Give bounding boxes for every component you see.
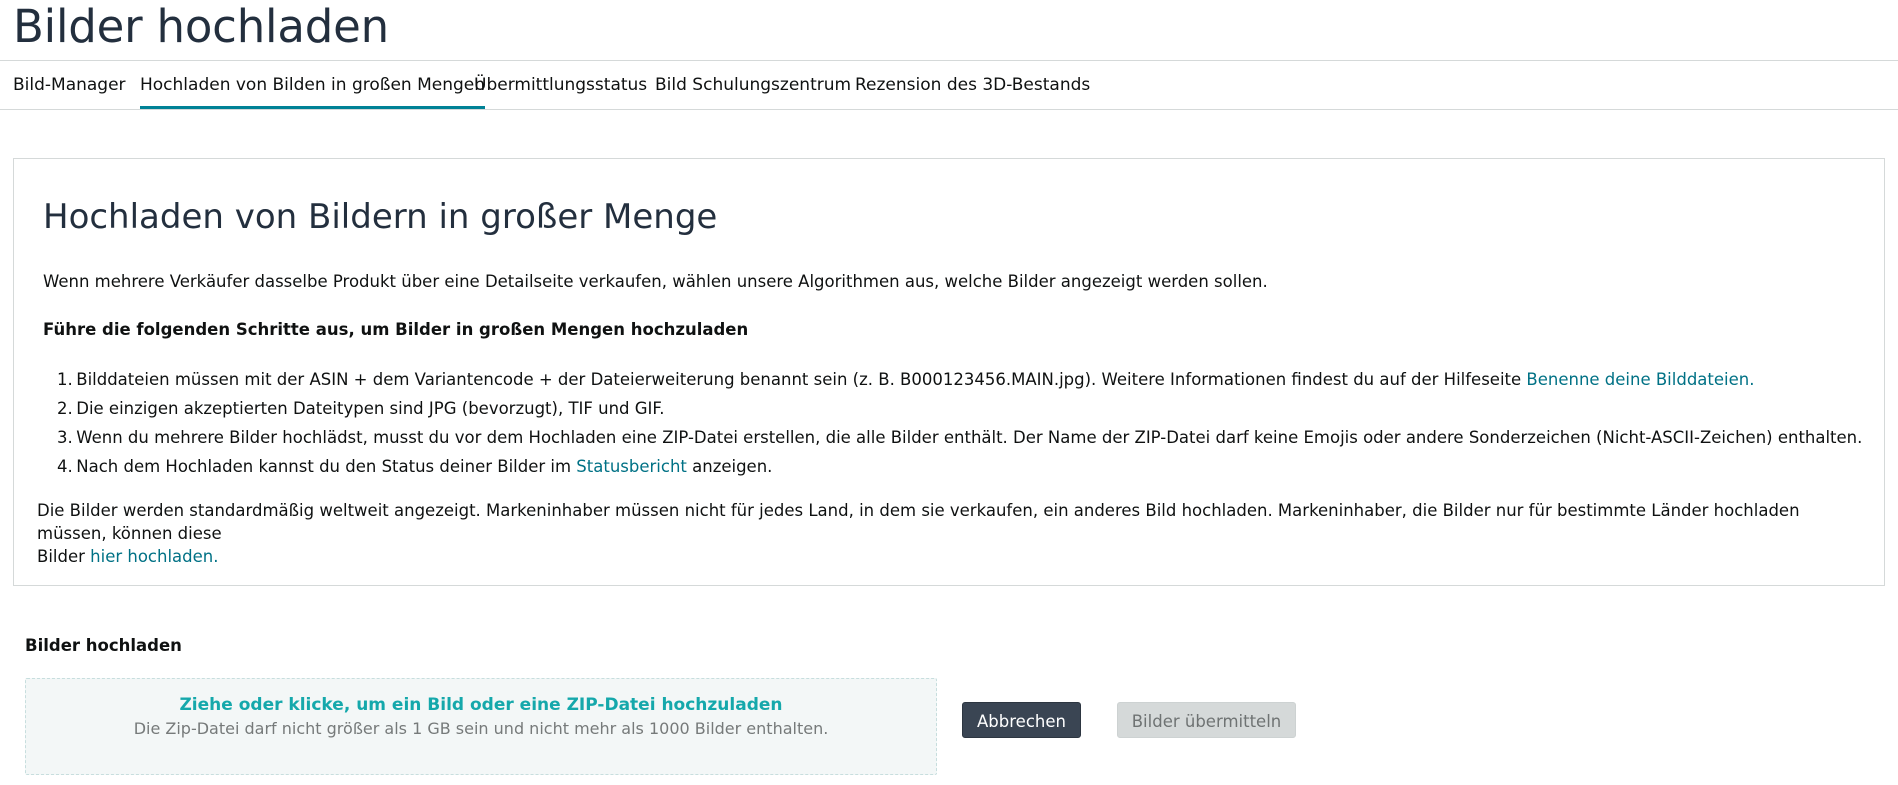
notice-text: Die Bilder werden standardmäßig weltweit… [37, 501, 1800, 543]
step-number: 2. [57, 399, 73, 418]
step-number: 3. [57, 428, 73, 447]
upload-here-link[interactable]: hier hochladen. [90, 547, 218, 566]
step-text: Die einzigen akzeptierten Dateitypen sin… [76, 399, 665, 418]
tab-3d-review[interactable]: Rezension des 3D-Bestands [855, 61, 1090, 109]
step-text-after: anzeigen. [686, 457, 773, 476]
submit-images-button[interactable]: Bilder übermitteln [1117, 702, 1296, 738]
upload-section-label: Bilder hochladen [25, 636, 182, 655]
step-number: 4. [57, 457, 73, 476]
status-report-link[interactable]: Statusbericht [576, 457, 687, 476]
steps-title: Führe die folgenden Schritte aus, um Bil… [43, 320, 749, 339]
tab-training-center[interactable]: Bild Schulungszentrum [655, 61, 851, 109]
cancel-button[interactable]: Abbrechen [962, 702, 1081, 738]
step-item: 1. Bilddateien müssen mit der ASIN + dem… [43, 365, 1862, 394]
step-item: 4. Nach dem Hochladen kannst du den Stat… [43, 452, 1862, 481]
name-image-files-link[interactable]: Benenne deine Bilddateien. [1526, 370, 1754, 389]
tab-bar: Bild-Manager Hochladen von Bilden in gro… [0, 60, 1898, 110]
step-number: 1. [57, 370, 73, 389]
info-intro: Wenn mehrere Verkäufer dasselbe Produkt … [43, 272, 1268, 291]
info-panel: Hochladen von Bildern in großer Menge We… [13, 158, 1885, 586]
step-item: 2. Die einzigen akzeptierten Dateitypen … [43, 394, 1862, 423]
steps-list: 1. Bilddateien müssen mit der ASIN + dem… [43, 365, 1862, 481]
tab-submission-status[interactable]: Übermittlungsstatus [474, 61, 647, 109]
page-title: Bilder hochladen [13, 0, 389, 53]
info-heading: Hochladen von Bildern in großer Menge [43, 197, 718, 237]
worldwide-notice: Die Bilder werden standardmäßig weltweit… [37, 499, 1837, 568]
file-dropzone[interactable]: Ziehe oder klicke, um ein Bild oder eine… [25, 678, 937, 775]
notice-text-2: Bilder [37, 547, 91, 566]
step-text: Wenn du mehrere Bilder hochlädst, musst … [76, 428, 1863, 447]
tab-bulk-upload[interactable]: Hochladen von Bilden in großen Mengen [140, 61, 486, 109]
dropzone-hint: Die Zip-Datei darf nicht größer als 1 GB… [133, 719, 829, 738]
step-text: Nach dem Hochladen kannst du den Status … [76, 457, 577, 476]
tab-bild-manager[interactable]: Bild-Manager [13, 61, 126, 109]
dropzone-instruction: Ziehe oder klicke, um ein Bild oder eine… [179, 695, 783, 715]
step-text: Bilddateien müssen mit der ASIN + dem Va… [76, 370, 1527, 389]
step-item: 3. Wenn du mehrere Bilder hochlädst, mus… [43, 423, 1862, 452]
